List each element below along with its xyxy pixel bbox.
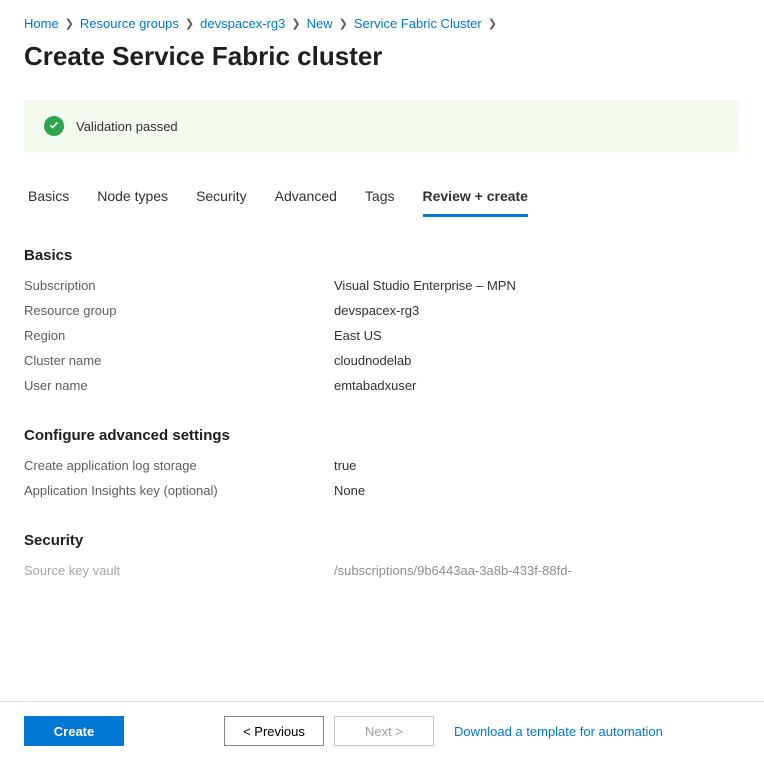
summary-val-app-insights: None — [334, 483, 740, 498]
tab-security[interactable]: Security — [196, 182, 247, 217]
summary-val-log-storage: true — [334, 458, 740, 473]
tab-node-types[interactable]: Node types — [97, 182, 168, 217]
section-header-security: Security — [24, 532, 740, 549]
chevron-right-icon: ❯ — [185, 17, 194, 30]
footer: Create < Previous Next > Download a temp… — [0, 701, 764, 760]
summary-row: Resource group devspacex-rg3 — [24, 303, 740, 318]
summary-key-cluster-name: Cluster name — [24, 353, 334, 368]
tab-review-create[interactable]: Review + create — [423, 182, 528, 217]
tab-basics[interactable]: Basics — [28, 182, 69, 217]
section-basics: Basics Subscription Visual Studio Enterp… — [24, 247, 740, 393]
summary-key-app-insights: Application Insights key (optional) — [24, 483, 334, 498]
summary-val-cluster-name: cloudnodelab — [334, 353, 740, 368]
section-security: Security Source key vault /subscriptions… — [24, 532, 740, 578]
breadcrumb-home[interactable]: Home — [24, 16, 59, 31]
breadcrumb-new[interactable]: New — [307, 16, 333, 31]
validation-banner: Validation passed — [24, 100, 740, 152]
summary-row: Create application log storage true — [24, 458, 740, 473]
breadcrumb-rg3[interactable]: devspacex-rg3 — [200, 16, 285, 31]
chevron-right-icon: ❯ — [488, 17, 497, 30]
section-header-basics: Basics — [24, 247, 740, 264]
section-advanced: Configure advanced settings Create appli… — [24, 427, 740, 498]
chevron-right-icon: ❯ — [339, 17, 348, 30]
summary-row: Application Insights key (optional) None — [24, 483, 740, 498]
create-button[interactable]: Create — [24, 716, 124, 746]
summary-val-key-vault: /subscriptions/9b6443aa-3a8b-433f-88fd- — [334, 563, 740, 578]
summary-key-subscription: Subscription — [24, 278, 334, 293]
breadcrumb-resource-groups[interactable]: Resource groups — [80, 16, 179, 31]
summary-val-resource-group: devspacex-rg3 — [334, 303, 740, 318]
tab-tags[interactable]: Tags — [365, 182, 395, 217]
page-title: Create Service Fabric cluster — [24, 41, 740, 72]
summary-row: Region East US — [24, 328, 740, 343]
summary-key-log-storage: Create application log storage — [24, 458, 334, 473]
tabs: Basics Node types Security Advanced Tags… — [28, 182, 736, 217]
summary-key-user-name: User name — [24, 378, 334, 393]
chevron-right-icon: ❯ — [65, 17, 74, 30]
download-template-link[interactable]: Download a template for automation — [454, 724, 663, 739]
summary-key-key-vault: Source key vault — [24, 563, 334, 578]
summary-key-resource-group: Resource group — [24, 303, 334, 318]
summary-row: Source key vault /subscriptions/9b6443aa… — [24, 563, 740, 578]
breadcrumb: Home ❯ Resource groups ❯ devspacex-rg3 ❯… — [24, 16, 740, 31]
validation-message: Validation passed — [76, 119, 178, 134]
summary-key-region: Region — [24, 328, 334, 343]
summary-row: User name emtabadxuser — [24, 378, 740, 393]
summary-val-region: East US — [334, 328, 740, 343]
summary-row: Subscription Visual Studio Enterprise – … — [24, 278, 740, 293]
tab-advanced[interactable]: Advanced — [275, 182, 337, 217]
next-button: Next > — [334, 716, 434, 746]
summary-row: Cluster name cloudnodelab — [24, 353, 740, 368]
summary-val-user-name: emtabadxuser — [334, 378, 740, 393]
breadcrumb-service-fabric-cluster[interactable]: Service Fabric Cluster — [354, 16, 482, 31]
section-header-advanced: Configure advanced settings — [24, 427, 740, 444]
summary-val-subscription: Visual Studio Enterprise – MPN — [334, 278, 740, 293]
previous-button[interactable]: < Previous — [224, 716, 324, 746]
check-circle-icon — [44, 116, 64, 136]
chevron-right-icon: ❯ — [291, 17, 300, 30]
